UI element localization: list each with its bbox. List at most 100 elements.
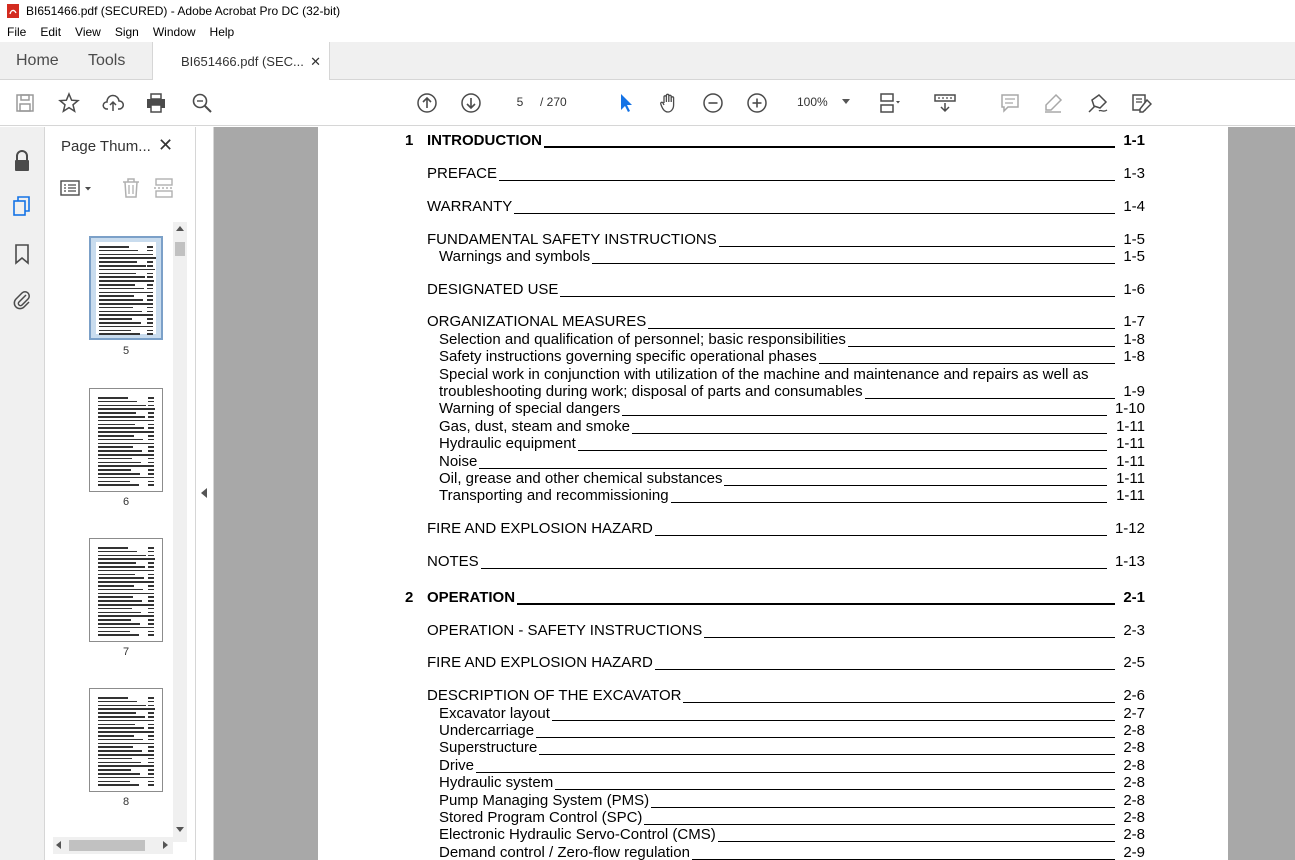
bookmark-icon[interactable]: [10, 242, 34, 266]
toc-entry[interactable]: Pump Managing System (PMS) 2-8: [318, 792, 1145, 810]
thumbnail-text-line: [98, 397, 128, 399]
toc-entry[interactable]: DESIGNATED USE 1-6: [318, 281, 1145, 299]
toc-entry[interactable]: Warnings and symbols 1-5: [318, 248, 1145, 266]
toc-entry[interactable]: Safety instructions governing specific o…: [318, 348, 1145, 366]
print-icon[interactable]: [144, 91, 168, 115]
panel-collapse-handle[interactable]: [196, 127, 214, 860]
tab-tools[interactable]: Tools: [88, 42, 125, 80]
next-page-icon[interactable]: [459, 91, 483, 115]
thumbnail-text-line: [99, 284, 135, 286]
toc-entry[interactable]: Electronic Hydraulic Servo-Control (CMS)…: [318, 826, 1145, 844]
menu-edit[interactable]: Edit: [40, 25, 61, 39]
scroll-left-icon[interactable]: [56, 841, 61, 849]
close-panel-icon[interactable]: ✕: [158, 135, 173, 156]
chevron-down-icon: [842, 99, 850, 104]
zoom-search-icon[interactable]: [190, 91, 214, 115]
menu-view[interactable]: View: [75, 25, 101, 39]
toc-entry[interactable]: Drive 2-8: [318, 757, 1145, 775]
thumbnail-options-icon[interactable]: [60, 179, 94, 202]
thumbnail-page[interactable]: [89, 688, 163, 792]
page-number-input[interactable]: 5: [506, 91, 534, 113]
star-icon[interactable]: [57, 91, 81, 115]
toc-entry[interactable]: Undercarriage 2-8: [318, 722, 1145, 740]
thumbnail-page[interactable]: [89, 388, 163, 492]
toc-entry[interactable]: DESCRIPTION OF THE EXCAVATOR 2-6: [318, 687, 1145, 705]
hand-tool-icon[interactable]: [657, 91, 681, 115]
thumbnail-page[interactable]: [89, 236, 163, 340]
menu-help[interactable]: Help: [210, 25, 235, 39]
previous-page-icon[interactable]: [415, 91, 439, 115]
zoom-in-icon[interactable]: [745, 91, 769, 115]
thumbnail-text-line: [99, 276, 145, 278]
toc-entry[interactable]: NOTES 1-13: [318, 553, 1145, 571]
thumbnail-text-line: [148, 473, 154, 475]
close-tab-icon[interactable]: ✕: [310, 54, 321, 70]
toolbar: [0, 80, 1295, 196]
toc-entry[interactable]: FIRE AND EXPLOSION HAZARD 1-12: [318, 520, 1145, 538]
sign-pen-icon[interactable]: [1086, 91, 1110, 115]
thumbnail-text-line: [98, 446, 133, 448]
toc-entry[interactable]: Stored Program Control (SPC) 2-8: [318, 809, 1145, 827]
scrollbar-thumb[interactable]: [69, 840, 145, 851]
delete-page-icon[interactable]: [120, 177, 142, 204]
toc-entry[interactable]: Noise 1-11: [318, 453, 1145, 471]
acrobat-icon: [7, 4, 19, 18]
toc-entry[interactable]: Selection and qualification of personnel…: [318, 331, 1145, 349]
toc-entry[interactable]: Transporting and recommissioning 1-11: [318, 487, 1145, 505]
highlight-pen-icon[interactable]: [1041, 91, 1065, 115]
lock-icon[interactable]: [10, 149, 34, 173]
scroll-down-icon[interactable]: [176, 827, 184, 832]
save-icon[interactable]: [13, 91, 37, 115]
menu-file[interactable]: File: [7, 25, 26, 39]
thumbnail-text-line: [147, 303, 153, 305]
thumbnail-text-line: [98, 435, 134, 437]
toc-entry[interactable]: PREFACE 1-3: [318, 165, 1145, 183]
extract-page-icon[interactable]: [153, 177, 175, 204]
attachment-icon[interactable]: [10, 287, 34, 311]
toc-entry[interactable]: FUNDAMENTAL SAFETY INSTRUCTIONS 1-5: [318, 231, 1145, 249]
zoom-select[interactable]: 100%: [788, 91, 858, 113]
tab-home[interactable]: Home: [16, 42, 59, 80]
scroll-mode-icon[interactable]: [933, 91, 957, 115]
toc-leader-line: [427, 180, 1115, 181]
toc-entry[interactable]: WARRANTY 1-4: [318, 198, 1145, 216]
toc-entry[interactable]: Oil, grease and other chemical substance…: [318, 470, 1145, 488]
toc-entry[interactable]: Hydraulic equipment 1-11: [318, 435, 1145, 453]
thumbnail-text-line: [148, 723, 154, 726]
toc-entry[interactable]: Demand control / Zero-flow regulation 2-9: [318, 844, 1145, 860]
toc-entry[interactable]: 2 OPERATION 2-1: [318, 589, 1145, 607]
scrollbar-thumb[interactable]: [175, 242, 185, 256]
toc-entry[interactable]: troubleshooting during work; disposal of…: [318, 383, 1145, 401]
toc-entry[interactable]: FIRE AND EXPLOSION HAZARD 2-5: [318, 654, 1145, 672]
scroll-up-icon[interactable]: [176, 226, 184, 231]
toc-entry[interactable]: OPERATION - SAFETY INSTRUCTIONS 2-3: [318, 622, 1145, 640]
thumbnail-text-line: [147, 272, 153, 275]
thumbnail-text-line: [148, 562, 154, 564]
page-fit-icon[interactable]: [877, 91, 901, 115]
thumbnail-page[interactable]: [89, 538, 163, 642]
toc-entry[interactable]: Warning of special dangers 1-10: [318, 400, 1145, 418]
thumbnail-text-line: [98, 431, 153, 433]
thumbnail-vertical-scrollbar[interactable]: [173, 222, 187, 842]
select-cursor-icon[interactable]: [614, 91, 638, 115]
toc-entry[interactable]: 1 INTRODUCTION 1-1: [318, 132, 1145, 150]
zoom-out-icon[interactable]: [701, 91, 725, 115]
comment-icon[interactable]: [998, 91, 1022, 115]
edit-pdf-icon[interactable]: [1129, 91, 1153, 115]
document-viewer[interactable]: 1 INTRODUCTION 1-1 PREFACE 1-3 WARRANTY 1-4 FUN…: [214, 127, 1295, 860]
toc-entry[interactable]: Special work in conjunction with utiliza…: [318, 366, 1145, 384]
menu-window[interactable]: Window: [153, 25, 196, 39]
toc-entry[interactable]: Gas, dust, steam and smoke 1-11: [318, 418, 1145, 436]
thumbnail-horizontal-scrollbar[interactable]: [53, 837, 173, 854]
toc-entry[interactable]: Superstructure 2-8: [318, 739, 1145, 757]
toc-entry-title: FIRE AND EXPLOSION HAZARD: [427, 654, 655, 672]
thumbnail-text-line: [98, 581, 153, 583]
menu-sign[interactable]: Sign: [115, 25, 139, 39]
page-thumbnails-icon[interactable]: [10, 194, 34, 218]
toc-entry[interactable]: Hydraulic system 2-8: [318, 774, 1145, 792]
toc-entry[interactable]: ORGANIZATIONAL MEASURES 1-7: [318, 313, 1145, 331]
upload-cloud-icon[interactable]: [101, 91, 125, 115]
scroll-right-icon[interactable]: [163, 841, 168, 849]
toc-entry[interactable]: Excavator layout 2-7: [318, 705, 1145, 723]
tab-document[interactable]: BI651466.pdf (SEC... ✕: [152, 42, 330, 81]
